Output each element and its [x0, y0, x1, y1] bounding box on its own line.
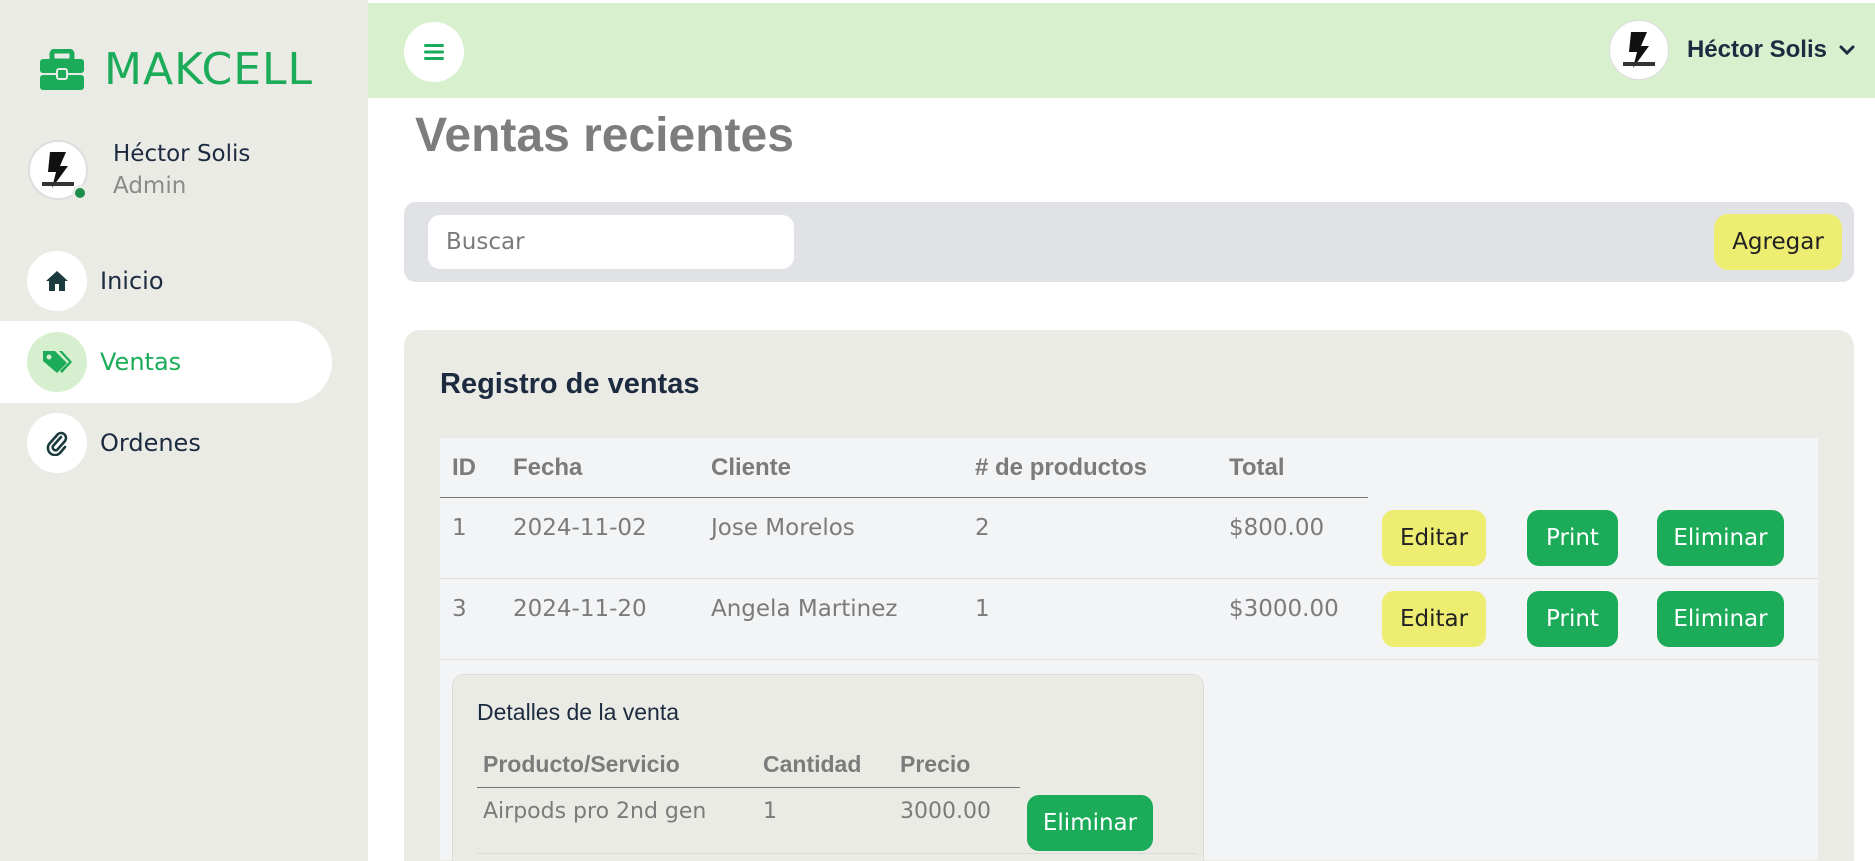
cell-id: 3 — [452, 596, 467, 622]
sales-table: ID Fecha Cliente # de productos Total 1 … — [440, 438, 1818, 861]
user-menu[interactable]: Héctor Solis — [1608, 20, 1855, 80]
brand[interactable]: MAKCELL — [38, 44, 313, 95]
menu-toggle-button[interactable] — [404, 22, 464, 82]
paperclip-icon — [27, 413, 87, 473]
sidebar-item-ordenes[interactable]: Ordenes — [0, 402, 332, 484]
delete-button[interactable]: Eliminar — [1657, 591, 1784, 647]
hamburger-icon — [424, 44, 444, 60]
edit-button[interactable]: Editar — [1382, 510, 1486, 566]
cell-cliente: Jose Morelos — [711, 515, 855, 541]
avatar — [1608, 20, 1669, 80]
divider — [477, 787, 1020, 788]
column-header: Cliente — [711, 454, 792, 481]
column-header: Cantidad — [763, 751, 862, 777]
brand-name: MAKCELL — [104, 44, 314, 95]
makcell-logo-icon — [1622, 32, 1655, 68]
card-title: Registro de ventas — [440, 368, 700, 400]
column-header: # de productos — [975, 454, 1148, 481]
cell-productos: 2 — [975, 515, 990, 541]
tags-icon — [27, 332, 87, 392]
cell-fecha: 2024-11-02 — [513, 515, 647, 541]
search-input[interactable] — [428, 215, 794, 269]
chevron-down-icon — [1839, 45, 1855, 56]
sidebar: MAKCELL Héctor Solis Admin Inicio Ventas… — [0, 0, 368, 861]
toolbox-icon — [40, 48, 84, 90]
online-status-dot — [72, 185, 88, 201]
cell-total: $3000.00 — [1229, 596, 1339, 622]
column-header: Producto/Servicio — [483, 751, 680, 777]
cell-id: 1 — [452, 515, 467, 541]
delete-product-button[interactable]: Eliminar — [1027, 795, 1153, 851]
topbar: Héctor Solis — [368, 3, 1875, 98]
makcell-logo-icon — [42, 152, 74, 188]
sale-details-panel: Detalles de la venta Producto/Servicio C… — [452, 674, 1204, 861]
add-button[interactable]: Agregar — [1714, 214, 1842, 270]
details-title: Detalles de la venta — [477, 699, 680, 725]
sidebar-item-label: Inicio — [100, 267, 164, 295]
cell-fecha: 2024-11-20 — [513, 596, 647, 622]
cell-productos: 1 — [975, 596, 990, 622]
print-button[interactable]: Print — [1527, 591, 1618, 647]
delete-button[interactable]: Eliminar — [1657, 510, 1784, 566]
cell-total: $800.00 — [1229, 515, 1325, 541]
column-header: Total — [1229, 454, 1285, 481]
sidebar-item-ventas[interactable]: Ventas — [0, 321, 332, 403]
column-header: Fecha — [513, 454, 583, 481]
cell-cliente: Angela Martinez — [711, 596, 898, 622]
table-row: 1 2024-11-02 Jose Morelos 2 $800.00 Edit… — [440, 498, 1818, 579]
column-header: ID — [452, 454, 476, 481]
page-title: Ventas recientes — [415, 109, 794, 162]
sidebar-user: Héctor Solis Admin — [28, 140, 250, 200]
sidebar-user-role: Admin — [113, 173, 187, 199]
sidebar-item-inicio[interactable]: Inicio — [0, 240, 332, 322]
search-bar: Agregar — [404, 202, 1854, 282]
home-icon — [27, 251, 87, 311]
sidebar-item-label: Ventas — [100, 348, 182, 376]
cell-cantidad: 1 — [763, 799, 777, 824]
divider — [477, 853, 1197, 854]
table-row: 3 2024-11-20 Angela Martinez 1 $3000.00 … — [440, 579, 1818, 660]
topbar-user-name: Héctor Solis — [1686, 36, 1827, 63]
sidebar-user-name: Héctor Solis — [113, 141, 251, 167]
column-header: Precio — [900, 751, 971, 777]
edit-button[interactable]: Editar — [1382, 591, 1486, 647]
print-button[interactable]: Print — [1527, 510, 1618, 566]
sales-card: Registro de ventas ID Fecha Cliente # de… — [404, 330, 1854, 861]
cell-precio: 3000.00 — [900, 799, 991, 824]
table-header: ID Fecha Cliente # de productos Total — [440, 438, 1818, 498]
sidebar-item-label: Ordenes — [100, 429, 201, 457]
sale-details-row: Detalles de la venta Producto/Servicio C… — [440, 660, 1818, 861]
cell-producto: Airpods pro 2nd gen — [483, 799, 707, 824]
